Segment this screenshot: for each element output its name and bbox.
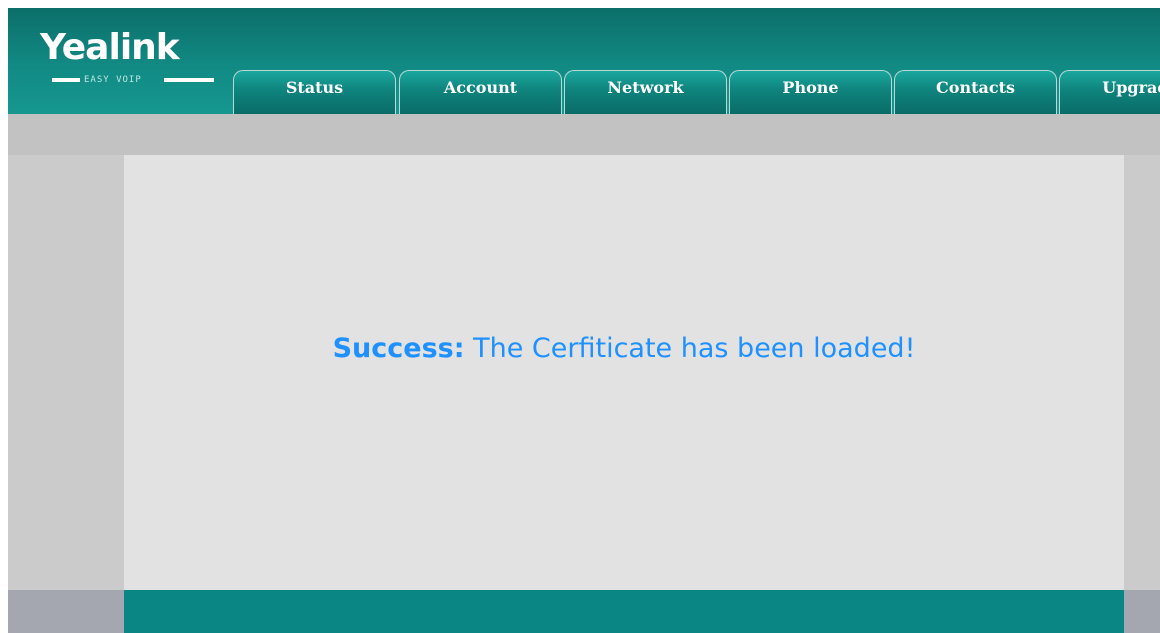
yealink-logo: Yealink EASY VOIP: [40, 26, 220, 96]
logo-bar-right: [164, 78, 214, 82]
footer-right: [1124, 590, 1160, 633]
tab-phone[interactable]: Phone: [729, 70, 892, 114]
page-frame: Yealink EASY VOIP Status Account Network…: [8, 8, 1160, 633]
header: Yealink EASY VOIP Status Account Network…: [8, 8, 1160, 114]
left-column: [8, 155, 124, 590]
content-panel: Success: The Cerfiticate has been loaded…: [124, 155, 1124, 590]
logo-text: Yealink: [40, 27, 180, 68]
logo-tagline: EASY VOIP: [52, 74, 222, 86]
nav-tabs: Status Account Network Phone Contacts Up…: [233, 70, 1160, 115]
status-message: Success: The Cerfiticate has been loaded…: [124, 333, 1124, 364]
tab-network-label: Network: [607, 78, 684, 97]
status-message-text: The Cerfiticate has been loaded!: [473, 333, 916, 364]
logo-bar-left: [52, 78, 80, 82]
sub-nav-band: [8, 114, 1160, 155]
tab-account[interactable]: Account: [399, 70, 562, 114]
right-column: [1124, 155, 1160, 590]
status-message-prefix: Success:: [332, 333, 465, 364]
logo-tagline-text: EASY VOIP: [84, 75, 142, 85]
tab-status[interactable]: Status: [233, 70, 396, 114]
tab-phone-label: Phone: [782, 78, 839, 97]
footer-bar: [124, 590, 1124, 633]
tab-upgrade[interactable]: Upgrade: [1059, 70, 1160, 114]
tab-status-label: Status: [285, 78, 344, 97]
tab-account-label: Account: [443, 78, 518, 97]
tab-contacts-label: Contacts: [936, 78, 1015, 97]
tab-upgrade-label: Upgrade: [1102, 78, 1160, 97]
footer-left: [8, 590, 124, 633]
tab-contacts[interactable]: Contacts: [894, 70, 1057, 114]
tab-network[interactable]: Network: [564, 70, 727, 114]
